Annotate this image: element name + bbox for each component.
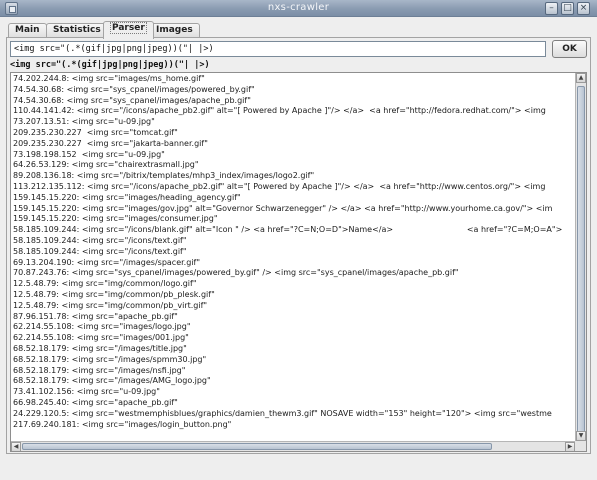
result-line: 73.41.102.156: <img src="u-09.jpg" [13,387,160,397]
parser-panel: <img src="(.*(gif|jpg|png|jpeg))("| |>) … [6,37,591,454]
tab-images[interactable]: Images [149,23,200,38]
result-line: 68.52.18.179: <img src="/images/nsfi.jpg… [13,365,186,375]
result-line: 74.202.244.8: <img src="images/ms_home.g… [13,74,205,83]
tab-parser-label: Parser [110,22,147,34]
result-line: 159.145.15.220: <img src="images/gov.jpg… [13,203,553,213]
result-line: 89.208.136.18: <img src="/bitrix/templat… [13,171,315,181]
result-line: 159.145.15.220: <img src="images/consume… [13,214,218,224]
ok-button[interactable]: OK [552,40,587,58]
result-line: 66.98.245.40: <img src="apache_pb.gif" [13,397,178,407]
tab-statistics[interactable]: Statistics [46,23,108,38]
result-line: 209.235.230.227 <img src="tomcat.gif" [13,127,178,137]
result-line: 12.5.48.79: <img src="img/common/logo.gi… [13,279,197,289]
result-line: 74.54.30.68: <img src="sys_cpanel/images… [13,95,251,105]
result-line: 12.5.48.79: <img src="img/common/pb_virt… [13,300,208,310]
result-line: 87.96.151.78: <img src="apache_pb.gif" [13,311,178,321]
result-line: 58.185.109.244: <img src="/icons/text.gi… [13,246,187,256]
tab-statistics-label: Statistics [53,25,101,35]
tab-images-label: Images [156,25,193,35]
vertical-scrollbar[interactable]: ▲ ▼ [575,73,586,441]
results-lines: 74.202.244.8: <img src="images/ms_home.g… [13,74,574,440]
result-line: 64.26.53.129: <img src="chairextrasmall.… [13,160,199,170]
maximize-button[interactable]: □ [561,2,574,15]
result-line: 58.185.109.244: <img src="/icons/text.gi… [13,235,187,245]
close-button[interactable]: × [577,2,590,15]
result-line: 217.69.240.181: <img src="images/login_b… [13,419,232,429]
result-line: 70.87.243.76: <img src="sys_cpanel/image… [13,268,459,278]
scroll-down-icon[interactable]: ▼ [576,431,586,441]
result-line: 62.214.55.108: <img src="images/001.jpg" [13,333,189,343]
status-area [0,458,597,480]
tab-main[interactable]: Main [8,23,47,38]
result-line: 68.52.18.179: <img src="/images/AMG_logo… [13,376,211,386]
window-title: nxs-crawler [267,2,330,13]
title-bar[interactable]: nxs-crawler – □ × [0,0,597,17]
result-line: 69.13.204.190: <img src="/images/spacer.… [13,257,201,267]
scroll-corner [575,441,586,451]
horizontal-scroll-thumb[interactable] [22,443,492,450]
scroll-up-icon[interactable]: ▲ [576,73,586,83]
vertical-scroll-thumb[interactable] [577,86,585,433]
result-line: 110.44.141.42: <img src="/icons/apache_p… [13,106,546,116]
result-line: 74.54.30.68: <img src="sys_cpanel/images… [13,84,255,94]
horizontal-scrollbar[interactable]: ◀ ▶ [11,441,575,451]
result-line: 73.198.198.152 <img src="u-09.jpg" [13,149,165,159]
result-line: 159.145.15.220: <img src="images/heading… [13,192,241,202]
result-line: 68.52.18.179: <img src="/images/spmm30.j… [13,354,207,364]
result-line: 68.52.18.179: <img src="/images/title.jp… [13,343,187,353]
result-line: 12.5.48.79: <img src="img/common/pb_ples… [13,289,215,299]
results-text-area[interactable]: 74.202.244.8: <img src="images/ms_home.g… [10,72,587,452]
result-line: 73.207.13.51: <img src="u-09.jpg" [13,117,155,127]
scroll-right-icon[interactable]: ▶ [565,442,575,451]
tab-parser[interactable]: Parser [103,21,154,39]
result-line: 24.229.120.5: <img src="westmemphisblues… [13,408,552,418]
minimize-button[interactable]: – [545,2,558,15]
result-line: 113.212.135.112: <img src="/icons/apache… [13,181,546,191]
result-line: 58.185.109.244: <img src="/icons/blank.g… [13,225,563,235]
scroll-left-icon[interactable]: ◀ [11,442,21,451]
regex-input[interactable]: <img src="(.*(gif|jpg|png|jpeg))("| |>) [10,41,546,57]
current-pattern-label: <img src="(.*(gif|jpg|png|jpeg))("| |>) [10,60,210,70]
tab-main-label: Main [15,25,40,35]
result-line: 62.214.55.108: <img src="images/logo.jpg… [13,322,191,332]
result-line: 209.235.230.227 <img src="jakarta-banner… [13,138,208,148]
